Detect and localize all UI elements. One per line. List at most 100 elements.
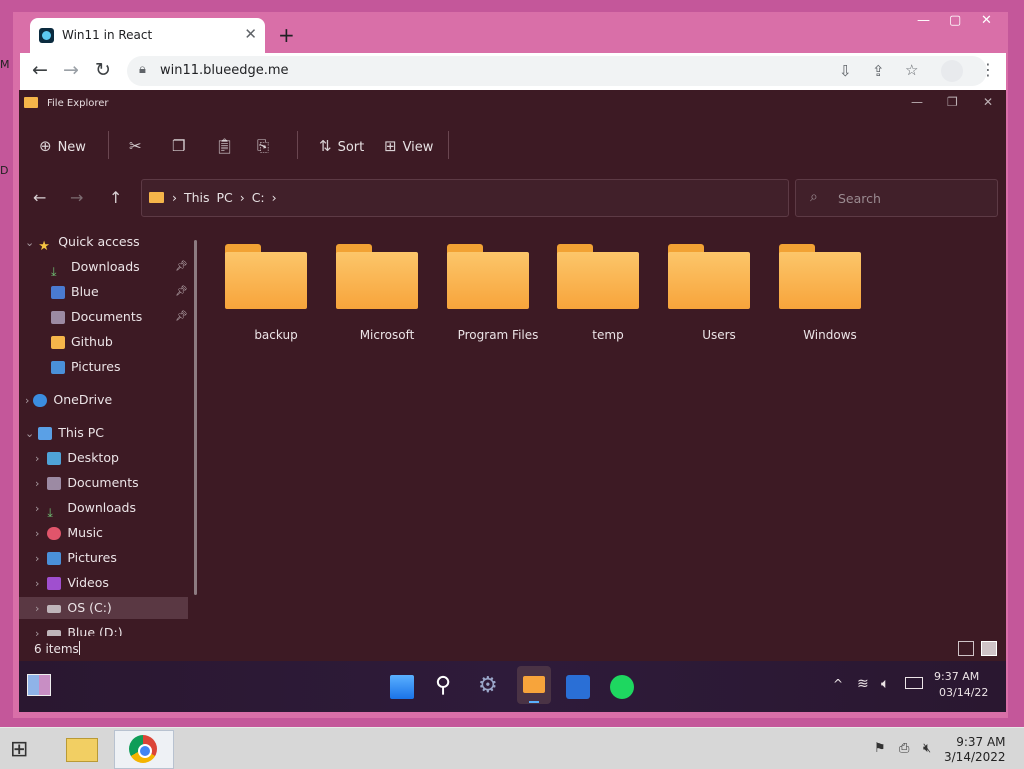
sidebar-item-documents[interactable]: Documents: [51, 306, 142, 328]
start-windows-icon[interactable]: [390, 675, 414, 699]
documents-icon: [47, 477, 62, 490]
large-icons-view-icon[interactable]: [981, 641, 997, 656]
menu-dots-icon[interactable]: ⋮: [980, 60, 996, 79]
chrome-taskbar-button[interactable]: [114, 730, 174, 769]
chevron-up-icon[interactable]: ^: [833, 677, 843, 691]
explorer-minimize-button[interactable]: —: [911, 95, 923, 109]
explorer-back-icon[interactable]: ←: [33, 188, 46, 207]
profile-avatar-icon[interactable]: [941, 60, 963, 82]
battery-icon[interactable]: [905, 677, 923, 689]
folder-program-files[interactable]: Program Files: [430, 242, 538, 352]
reload-icon[interactable]: ↻: [95, 59, 111, 81]
sidebar-item-blue-d-clip: › Blue (D:): [35, 622, 195, 636]
host-clock: 9:37 AM 3/14/2022: [944, 735, 1006, 765]
new-tab-button[interactable]: +: [278, 24, 295, 46]
explorer-close-button[interactable]: ✕: [983, 95, 993, 109]
wifi-icon[interactable]: ≋: [857, 676, 869, 692]
back-arrow-icon[interactable]: ←: [32, 59, 48, 81]
spotify-icon[interactable]: [610, 675, 634, 699]
explorer-up-icon[interactable]: ↑: [109, 188, 122, 207]
folder-microsoft[interactable]: Microsoft: [319, 242, 419, 352]
widgets-icon[interactable]: [27, 674, 51, 696]
store-icon[interactable]: [566, 675, 590, 699]
volume-muted-icon[interactable]: 🔇︎: [923, 741, 931, 756]
tab-close-icon[interactable]: ✕: [244, 25, 257, 43]
explorer-forward-icon[interactable]: →: [70, 188, 83, 207]
pin-icon: 📌︎: [175, 261, 188, 272]
sidebar-item-pictures[interactable]: Pictures: [51, 356, 121, 378]
divider: [297, 131, 298, 159]
address-bar[interactable]: 🔒︎ win11.blueedge.me ⇩ ⇪ ☆: [127, 56, 987, 86]
sidebar-item-documents-pc[interactable]: › Documents: [35, 472, 139, 494]
lock-icon: 🔒︎: [139, 62, 146, 77]
share-icon[interactable]: ⇪: [872, 62, 885, 80]
url-text: win11.blueedge.me: [160, 63, 289, 78]
host-clock-date: 3/14/2022: [944, 750, 1006, 764]
start-windows-icon[interactable]: ⊞: [10, 737, 28, 762]
details-view-icon[interactable]: [958, 641, 974, 656]
plus-circle-icon: ⊕: [39, 137, 52, 155]
win11-taskbar: ⚲ ⚙ ^ ≋ 🔈︎ 9:37 AM 03/14/22: [19, 661, 1006, 712]
file-explorer-icon[interactable]: [523, 676, 545, 693]
forward-arrow-icon[interactable]: →: [63, 59, 79, 81]
action-center-flag-icon[interactable]: ⚑: [874, 741, 886, 756]
pictures-icon: [47, 552, 62, 565]
site-favicon-icon: [39, 28, 54, 43]
download-icon: ⤓: [51, 264, 57, 279]
chevron-right-icon: ›: [35, 502, 40, 515]
documents-icon: [51, 311, 65, 324]
sidebar-item-os-c[interactable]: › OS (C:): [35, 597, 112, 619]
sidebar-item-github[interactable]: Github: [51, 331, 113, 353]
new-button[interactable]: ⊕ New: [39, 137, 86, 155]
install-icon[interactable]: ⇩: [839, 62, 852, 80]
sidebar-item-onedrive[interactable]: › OneDrive: [25, 389, 112, 411]
window-minimize-button[interactable]: —: [917, 13, 930, 28]
cloud-icon: [33, 394, 48, 407]
folder-temp[interactable]: temp: [540, 242, 640, 352]
sidebar-item-pictures-pc[interactable]: › Pictures: [35, 547, 117, 569]
music-icon: [47, 527, 62, 540]
cut-button[interactable]: ✂: [129, 137, 148, 155]
sidebar-item-desktop[interactable]: › Desktop: [35, 447, 119, 469]
sidebar-item-blue-d[interactable]: › Blue (D:): [35, 622, 195, 636]
sidebar-item-videos[interactable]: › Videos: [35, 572, 109, 594]
sidebar-item-this-pc[interactable]: ⌄ This PC: [25, 422, 104, 444]
search-icon[interactable]: ⚲: [435, 675, 459, 699]
sidebar-item-downloads-pc[interactable]: › ⤓ Downloads: [35, 497, 136, 520]
explorer-maximize-button[interactable]: ❐: [947, 95, 958, 109]
search-placeholder: Search: [838, 191, 881, 206]
search-icon: ⌕: [810, 189, 818, 205]
explorer-search-input[interactable]: ⌕ Search: [795, 179, 998, 217]
copy-button[interactable]: ❐: [172, 137, 191, 155]
sidebar-item-blue[interactable]: Blue: [51, 281, 99, 303]
view-button[interactable]: ⊞ View: [384, 137, 433, 155]
divider: [448, 131, 449, 159]
chevron-down-icon: ⌄: [25, 427, 35, 440]
rename-button[interactable]: ⎘: [257, 137, 275, 155]
window-close-button[interactable]: ✕: [981, 13, 992, 28]
sidebar-item-quick-access[interactable]: ⌄ ★ Quick access: [25, 231, 140, 254]
bookmark-star-icon[interactable]: ☆: [905, 61, 918, 79]
tab-title: Win11 in React: [62, 28, 153, 42]
sidebar-item-music[interactable]: › Music: [35, 522, 103, 544]
settings-gear-icon[interactable]: ⚙: [478, 675, 502, 699]
download-icon: ⤓: [47, 505, 53, 520]
drive-icon: [47, 604, 62, 613]
sidebar-item-downloads[interactable]: ⤓ Downloads: [51, 256, 140, 279]
desktop-edge-text: M: [0, 58, 10, 71]
sidebar-scrollbar[interactable]: [194, 240, 197, 595]
folder-backup[interactable]: backup: [208, 242, 308, 352]
network-icon[interactable]: ⎙: [899, 741, 909, 756]
drive-icon: [47, 629, 62, 636]
browser-tab[interactable]: Win11 in React ✕: [30, 18, 265, 54]
window-maximize-button[interactable]: ▢: [949, 13, 961, 28]
folder-users[interactable]: Users: [651, 242, 751, 352]
folder-windows[interactable]: Windows: [762, 242, 862, 352]
sort-button[interactable]: ⇅ Sort: [319, 137, 364, 155]
volume-icon[interactable]: 🔈︎: [881, 676, 889, 692]
paste-button[interactable]: 📋︎: [215, 137, 240, 155]
explorer-address-bar[interactable]: › This PC › C: ›: [141, 179, 789, 217]
paste-icon: 📋︎: [215, 137, 235, 155]
chevron-right-icon: ›: [35, 577, 40, 590]
file-explorer-taskbar-icon[interactable]: [60, 732, 102, 765]
